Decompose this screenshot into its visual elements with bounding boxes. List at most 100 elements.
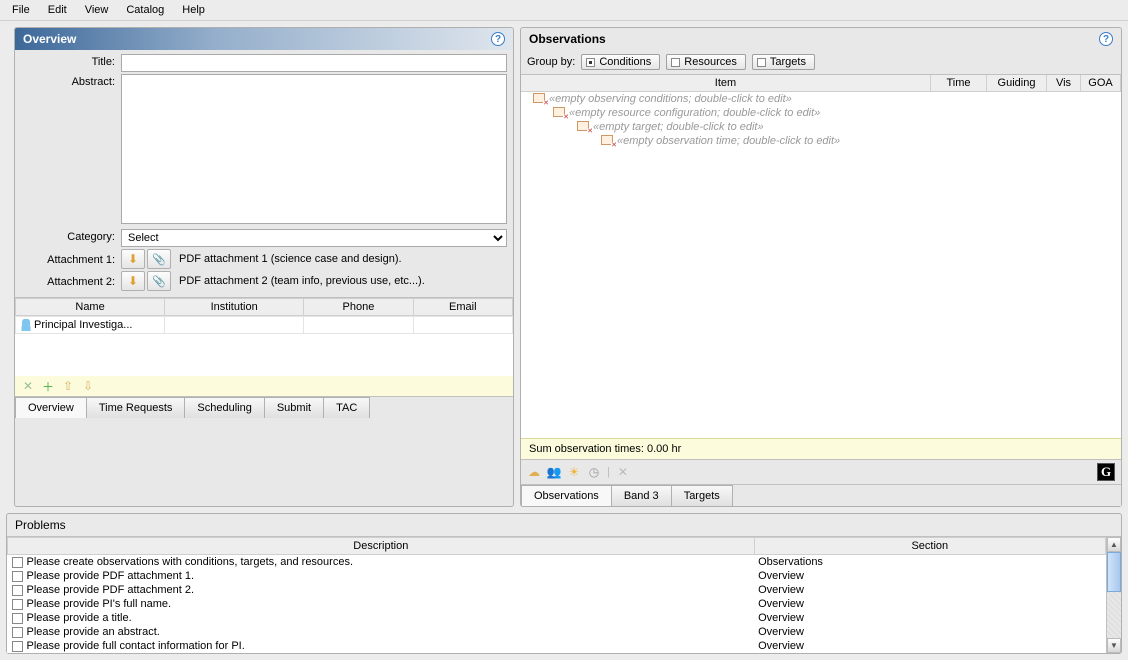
observations-tree[interactable]: Item Time Guiding Vis GOA «empty observi… bbox=[521, 74, 1121, 438]
scroll-up-icon[interactable]: ▲ bbox=[1107, 537, 1121, 552]
error-node-icon bbox=[601, 135, 615, 147]
add-icon[interactable]: ＋ bbox=[41, 379, 55, 393]
col-email[interactable]: Email bbox=[413, 299, 512, 316]
menubar: File Edit View Catalog Help bbox=[0, 0, 1128, 21]
col-description[interactable]: Description bbox=[8, 538, 755, 555]
table-row[interactable]: Principal Investiga... bbox=[16, 317, 513, 334]
problem-desc: Please provide PDF attachment 2. bbox=[27, 584, 195, 596]
move-up-icon[interactable]: ⇧ bbox=[61, 379, 75, 393]
col-vis[interactable]: Vis bbox=[1047, 75, 1081, 91]
observations-title: Observations bbox=[529, 32, 606, 46]
tree-row[interactable]: «empty target; double-click to edit» bbox=[521, 120, 1121, 134]
sun-icon[interactable]: ☀ bbox=[567, 465, 581, 479]
problem-section: Overview bbox=[754, 569, 1105, 583]
attachment1-download-button[interactable]: ⬇ bbox=[121, 249, 145, 269]
menu-edit[interactable]: Edit bbox=[40, 2, 75, 18]
table-row[interactable]: Please provide PI's full name.Overview bbox=[8, 597, 1106, 611]
scroll-thumb[interactable] bbox=[1107, 552, 1121, 592]
table-row[interactable]: Please provide full contact information … bbox=[8, 639, 1106, 653]
checkbox[interactable] bbox=[12, 627, 23, 638]
tab-tac[interactable]: TAC bbox=[323, 397, 370, 418]
problem-section: Overview bbox=[754, 583, 1105, 597]
menu-view[interactable]: View bbox=[77, 2, 117, 18]
problem-section: Overview bbox=[754, 625, 1105, 639]
table-row[interactable]: Please provide PDF attachment 1. Overview bbox=[8, 569, 1106, 583]
investigators-table: Name Institution Phone Email Principal I… bbox=[15, 297, 513, 376]
attachment1-label: Attachment 1: bbox=[21, 252, 121, 266]
menu-catalog[interactable]: Catalog bbox=[118, 2, 172, 18]
attachment2-attach-button[interactable]: 📎 bbox=[147, 271, 171, 291]
menu-help[interactable]: Help bbox=[174, 2, 213, 18]
table-row[interactable]: Please provide PDF attachment 2. Overview bbox=[8, 583, 1106, 597]
gemini-icon[interactable]: G bbox=[1097, 463, 1115, 481]
observations-panel: Observations ? Group by: Conditions Reso… bbox=[520, 27, 1122, 507]
tree-row[interactable]: «empty observing conditions; double-clic… bbox=[521, 92, 1121, 106]
overview-title-bar: Overview ? bbox=[15, 28, 513, 50]
person-icon bbox=[20, 319, 32, 331]
title-input[interactable] bbox=[121, 54, 507, 72]
table-row[interactable]: Please create observations with conditio… bbox=[8, 555, 1106, 570]
tab-scheduling[interactable]: Scheduling bbox=[184, 397, 264, 418]
tab-band3[interactable]: Band 3 bbox=[611, 485, 672, 506]
group-by-toolbar: Group by: Conditions Resources Targets bbox=[521, 50, 1121, 74]
problem-desc: Please provide a title. bbox=[27, 612, 132, 624]
checkbox[interactable] bbox=[12, 613, 23, 624]
abstract-label: Abstract: bbox=[21, 74, 121, 88]
tab-submit[interactable]: Submit bbox=[264, 397, 324, 418]
tab-targets[interactable]: Targets bbox=[671, 485, 733, 506]
attachment2-download-button[interactable]: ⬇ bbox=[121, 271, 145, 291]
table-row[interactable]: Please provide an abstract.Overview bbox=[8, 625, 1106, 639]
col-institution[interactable]: Institution bbox=[165, 299, 304, 316]
error-node-icon bbox=[553, 107, 567, 119]
col-name[interactable]: Name bbox=[16, 299, 165, 316]
attachment2-desc: PDF attachment 2 (team info, previous us… bbox=[171, 275, 425, 287]
checkbox[interactable] bbox=[12, 641, 23, 652]
menu-file[interactable]: File bbox=[4, 2, 38, 18]
problem-desc: Please provide PDF attachment 1. bbox=[27, 570, 195, 582]
move-down-icon[interactable]: ⇩ bbox=[81, 379, 95, 393]
group-by-targets[interactable]: Targets bbox=[752, 54, 815, 70]
group-icon[interactable]: 👥 bbox=[547, 465, 561, 479]
attachment1-attach-button[interactable]: 📎 bbox=[147, 249, 171, 269]
problems-title: Problems bbox=[7, 514, 1121, 536]
col-goa[interactable]: GOA bbox=[1081, 75, 1121, 91]
tab-observations[interactable]: Observations bbox=[521, 485, 612, 506]
col-phone[interactable]: Phone bbox=[304, 299, 413, 316]
col-time[interactable]: Time bbox=[931, 75, 987, 91]
tree-row[interactable]: «empty resource configuration; double-cl… bbox=[521, 106, 1121, 120]
checkbox[interactable] bbox=[12, 571, 23, 582]
col-item[interactable]: Item bbox=[521, 75, 931, 91]
attachment2-label: Attachment 2: bbox=[21, 274, 121, 288]
radio-icon bbox=[757, 58, 766, 67]
abstract-textarea[interactable] bbox=[121, 74, 507, 224]
delete-icon[interactable]: ✕ bbox=[616, 465, 630, 479]
col-section[interactable]: Section bbox=[754, 538, 1105, 555]
table-row[interactable]: Please provide a title.Overview bbox=[8, 611, 1106, 625]
tree-row[interactable]: «empty observation time; double-click to… bbox=[521, 134, 1121, 148]
investigator-toolstrip: ✕ ＋ ⇧ ⇩ bbox=[15, 376, 513, 396]
checkbox[interactable] bbox=[12, 557, 23, 568]
col-guiding[interactable]: Guiding bbox=[987, 75, 1047, 91]
tab-overview[interactable]: Overview bbox=[15, 397, 87, 418]
overview-title: Overview bbox=[23, 32, 76, 46]
observations-toolstrip: ☁ 👥 ☀ ◷ | ✕ G bbox=[521, 459, 1121, 484]
clock-icon[interactable]: ◷ bbox=[587, 465, 601, 479]
delete-icon[interactable]: ✕ bbox=[21, 379, 35, 393]
help-icon[interactable]: ? bbox=[491, 32, 505, 46]
checkbox[interactable] bbox=[12, 585, 23, 596]
problem-section: Overview bbox=[754, 639, 1105, 653]
tab-time-requests[interactable]: Time Requests bbox=[86, 397, 186, 418]
checkbox[interactable] bbox=[12, 599, 23, 610]
cloud-icon[interactable]: ☁ bbox=[527, 465, 541, 479]
download-icon: ⬇ bbox=[128, 252, 138, 266]
group-by-conditions[interactable]: Conditions bbox=[581, 54, 660, 70]
help-icon[interactable]: ? bbox=[1099, 32, 1113, 46]
group-by-resources[interactable]: Resources bbox=[666, 54, 746, 70]
scrollbar[interactable]: ▲ ▼ bbox=[1106, 537, 1121, 653]
attachment1-desc: PDF attachment 1 (science case and desig… bbox=[171, 253, 402, 265]
problems-panel: Problems Description Section Please crea… bbox=[6, 513, 1122, 654]
scroll-down-icon[interactable]: ▼ bbox=[1107, 638, 1121, 653]
radio-icon bbox=[671, 58, 680, 67]
sum-bar: Sum observation times: 0.00 hr bbox=[521, 438, 1121, 459]
category-select[interactable]: Select bbox=[121, 229, 507, 247]
